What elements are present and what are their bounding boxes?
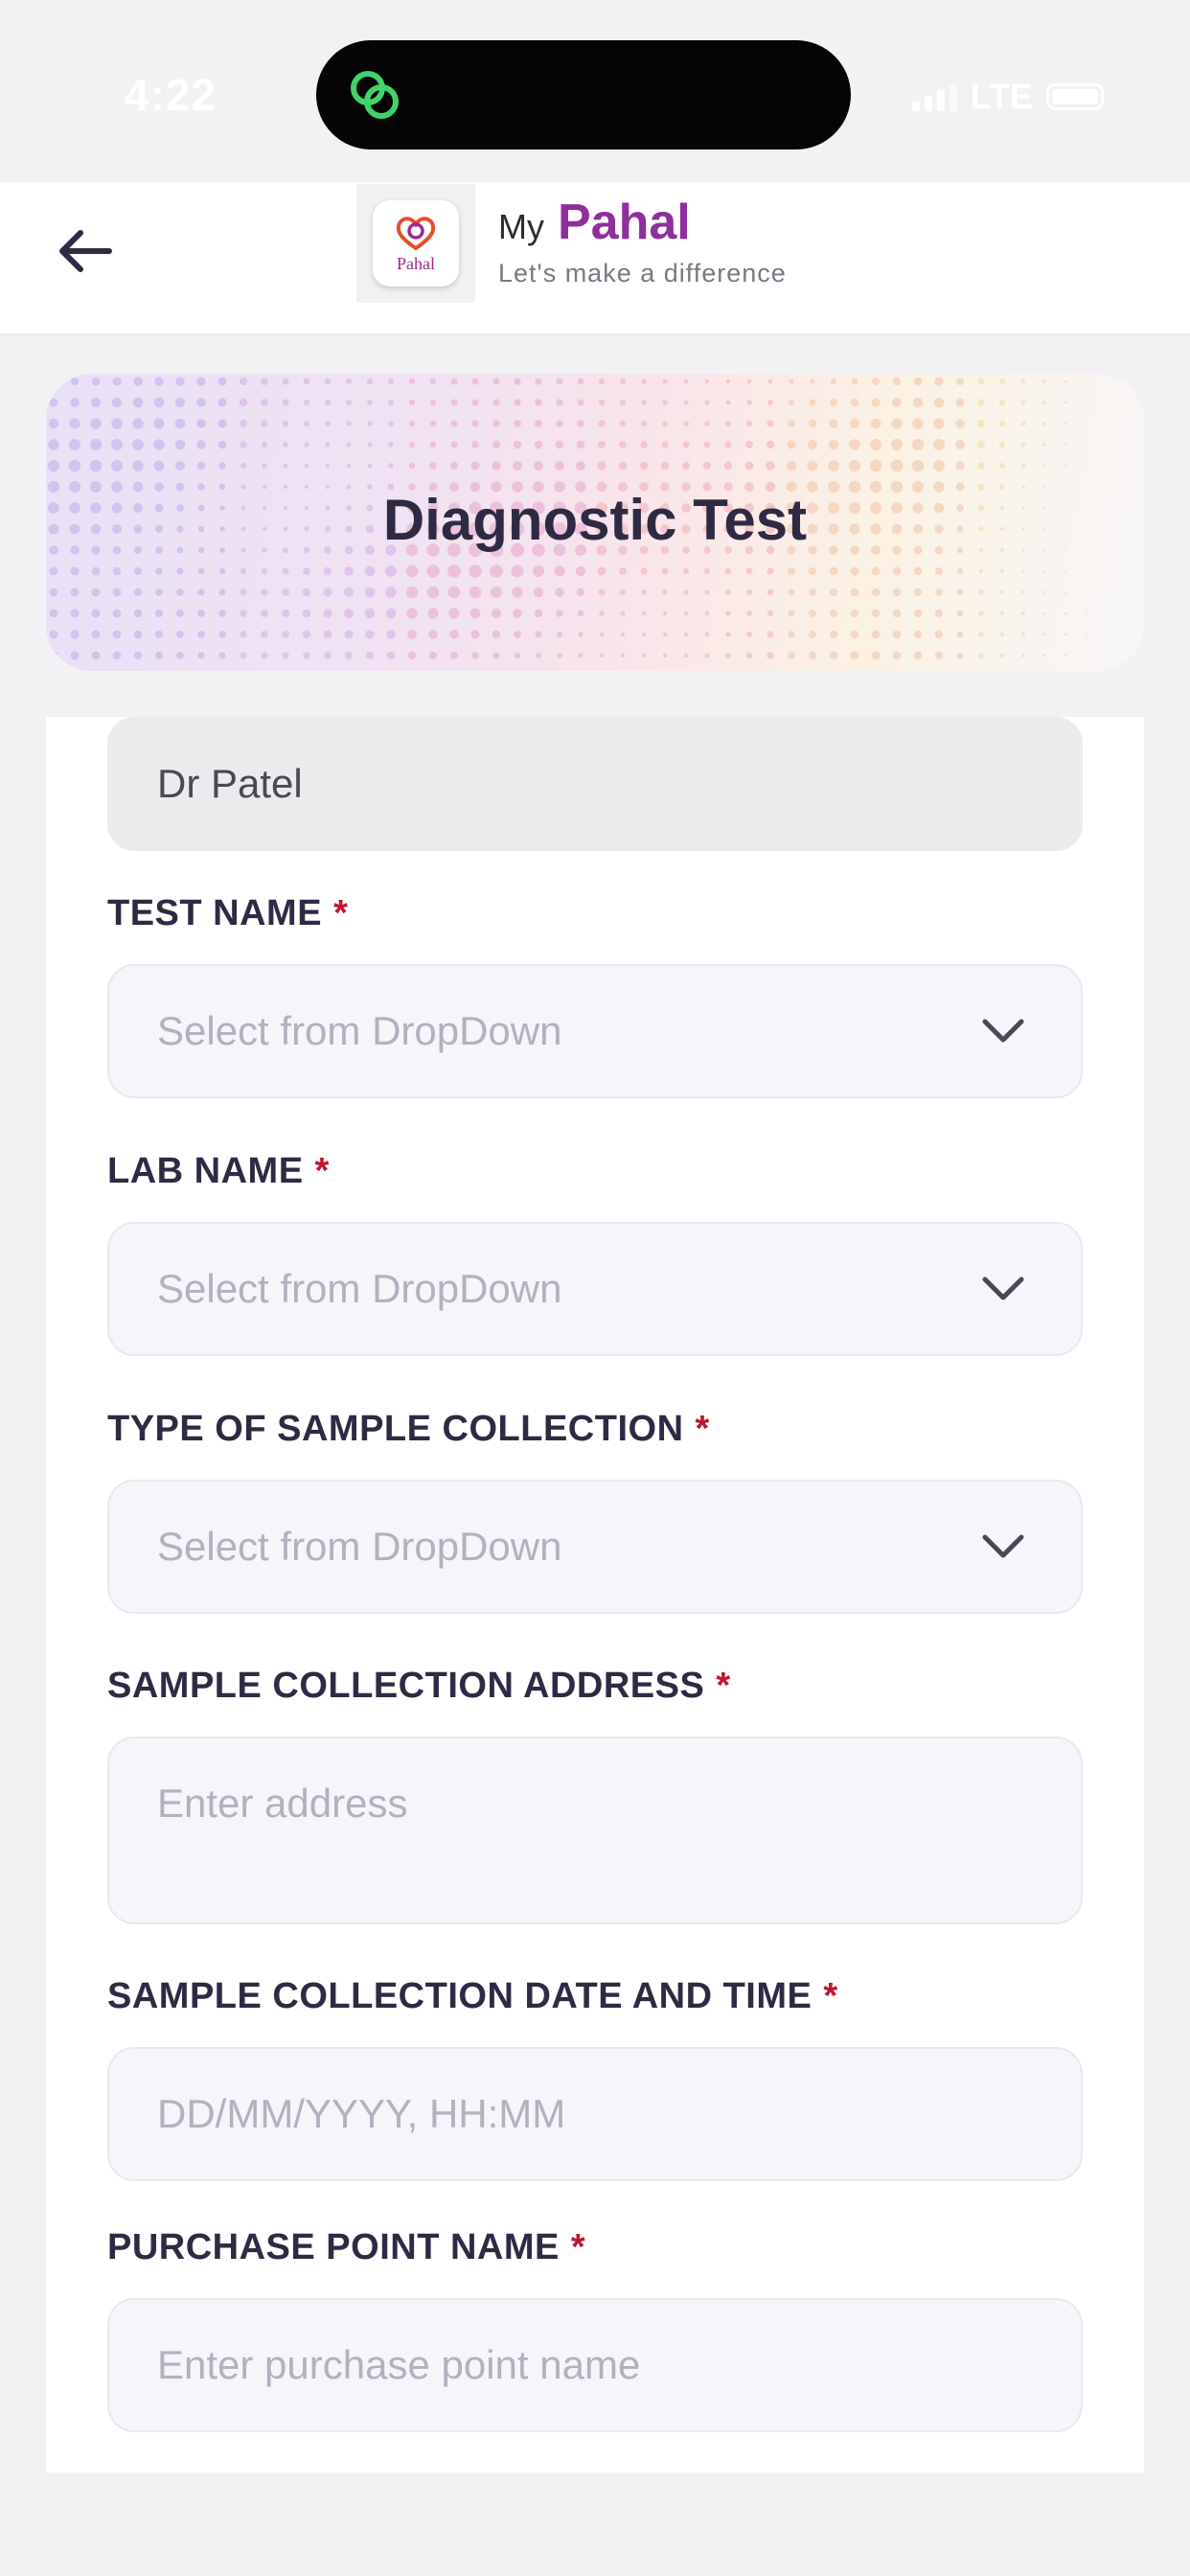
purchase-point-placeholder: Enter purchase point name (157, 2342, 641, 2387)
brand-tagline: Let's make a difference (498, 259, 787, 288)
sample-type-label-text: TYPE OF SAMPLE COLLECTION (107, 1409, 684, 1449)
battery-icon (1046, 83, 1104, 110)
datetime-label-text: SAMPLE COLLECTION DATE AND TIME (107, 1976, 812, 2016)
logo-text: Pahal (397, 253, 435, 273)
arrow-left-icon (59, 230, 112, 272)
test-name-placeholder: Select from DropDown (157, 1008, 562, 1053)
network-label: LTE (970, 77, 1033, 116)
datetime-placeholder: DD/MM/YYYY, HH:MM (157, 2091, 566, 2136)
brand-prefix: My (498, 207, 544, 246)
test-name-label: TEST NAME * (107, 893, 348, 934)
purchase-point-label-text: PURCHASE POINT NAME (107, 2227, 560, 2267)
chevron-down-icon (982, 1276, 1024, 1300)
doctor-name-value: Dr Patel (157, 761, 303, 806)
test-name-dropdown[interactable]: Select from DropDown (107, 964, 1083, 1098)
purchase-point-input[interactable]: Enter purchase point name (107, 2298, 1083, 2432)
lab-name-label: LAB NAME * (107, 1151, 330, 1192)
required-mark: * (314, 1151, 330, 1191)
signal-icon (911, 82, 957, 111)
status-bar: 4:22 LTE (0, 0, 1190, 182)
sample-type-label: TYPE OF SAMPLE COLLECTION * (107, 1409, 710, 1450)
address-label-text: SAMPLE COLLECTION ADDRESS (107, 1666, 705, 1706)
address-textarea[interactable]: Enter address (107, 1736, 1083, 1924)
brand: My Pahal Let's make a difference (498, 194, 787, 288)
required-mark: * (333, 893, 349, 933)
chevron-down-icon (982, 1534, 1024, 1558)
datetime-input[interactable]: DD/MM/YYYY, HH:MM (107, 2047, 1083, 2181)
chevron-down-icon (982, 1019, 1024, 1043)
app-header: Pahal My Pahal Let's make a difference (0, 182, 1190, 335)
address-label: SAMPLE COLLECTION ADDRESS * (107, 1666, 731, 1707)
page-title: Diagnostic Test (382, 488, 808, 552)
link-rings-icon (351, 71, 399, 119)
brand-name: Pahal (558, 195, 691, 250)
sample-type-dropdown[interactable]: Select from DropDown (107, 1480, 1083, 1614)
app-logo: Pahal (356, 184, 475, 303)
doctor-name-field[interactable]: Dr Patel (107, 717, 1083, 851)
back-button[interactable] (46, 213, 123, 289)
datetime-label: SAMPLE COLLECTION DATE AND TIME * (107, 1976, 838, 2017)
lab-name-dropdown[interactable]: Select from DropDown (107, 1222, 1083, 1356)
required-mark: * (716, 1666, 731, 1706)
page-banner: Diagnostic Test (46, 374, 1144, 671)
sample-type-placeholder: Select from DropDown (157, 1524, 562, 1569)
lab-name-label-text: LAB NAME (107, 1151, 304, 1191)
dynamic-island (316, 40, 851, 150)
address-placeholder: Enter address (157, 1781, 408, 1826)
purchase-point-label: PURCHASE POINT NAME * (107, 2227, 585, 2268)
status-time: 4:22 (125, 70, 217, 120)
lab-name-placeholder: Select from DropDown (157, 1266, 562, 1311)
status-indicators: LTE (911, 77, 1104, 117)
diagnostic-test-form: Dr Patel TEST NAME * Select from DropDown… (46, 717, 1144, 2472)
required-mark: * (570, 2227, 586, 2267)
required-mark: * (823, 1976, 838, 2016)
heart-logo-icon (396, 216, 436, 250)
required-mark: * (695, 1409, 710, 1449)
test-name-label-text: TEST NAME (107, 893, 323, 933)
